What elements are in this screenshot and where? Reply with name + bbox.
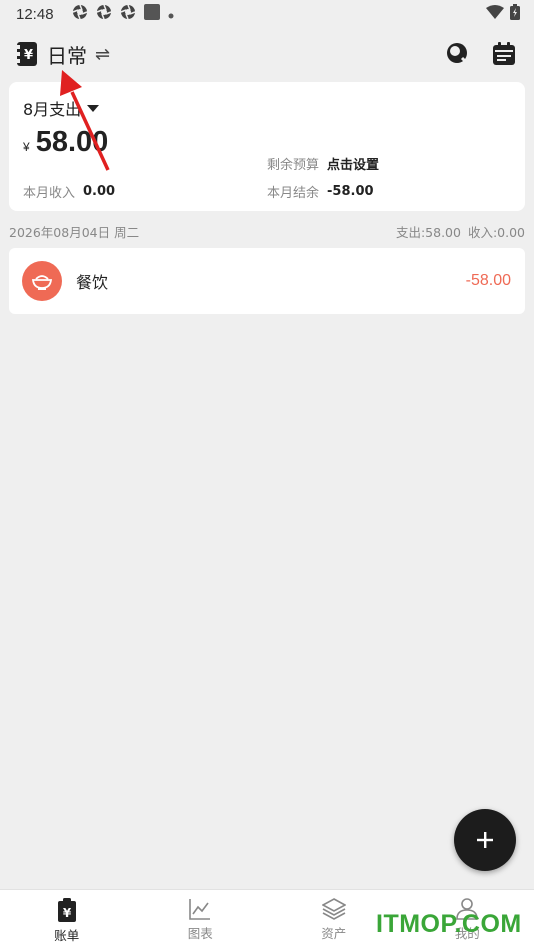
record-category: 餐饮 (76, 273, 109, 292)
calendar-icon[interactable] (492, 42, 516, 66)
nav-label: 图表 (187, 926, 213, 941)
monthly-balance: 本月结余 -58.00 (267, 182, 374, 201)
balance-value: -58.00 (327, 184, 374, 199)
monthly-summary-card: 8月支出 ¥ 58.00 剩余预算 点击设置 本月收入 0.00 本月结余 -5… (9, 82, 525, 211)
wifi-icon (486, 5, 504, 23)
ledger-book-icon[interactable]: ¥ (16, 42, 38, 66)
record-amount: -58.00 (465, 272, 511, 289)
income-value: 0.00 (83, 184, 116, 199)
dropdown-caret-icon (87, 104, 100, 112)
app-notification-icon (72, 4, 88, 24)
bill-icon: ¥ (57, 898, 76, 922)
status-bar: 12:48 (0, 0, 534, 28)
add-record-button[interactable] (454, 809, 516, 871)
nav-label: 账单 (54, 928, 80, 943)
svg-text:¥: ¥ (24, 48, 33, 63)
status-time: 12:48 (16, 5, 54, 23)
budget-label: 剩余预算 (267, 158, 320, 173)
income-label: 本月收入 (23, 186, 76, 201)
app-notification-icon (96, 4, 112, 24)
battery-icon (510, 4, 520, 24)
monthly-expense: ¥ 58.00 (23, 126, 108, 159)
day-group-header: 2026年08月04日 周二 支出:58.00 收入:0.00 (9, 222, 525, 240)
day-income: 收入:0.00 (467, 224, 525, 240)
food-bowl-icon (22, 261, 62, 301)
switch-ledger-icon[interactable]: ⇌ (95, 44, 110, 65)
square-notification-icon (143, 4, 160, 24)
month-selector[interactable]: 8月支出 (23, 96, 100, 120)
top-bar: ¥ 日常 ⇌ (0, 36, 534, 72)
line-chart-icon (189, 899, 211, 920)
balance-label: 本月结余 (267, 186, 320, 201)
remaining-budget[interactable]: 剩余预算 点击设置 (267, 154, 379, 173)
day-expense: 支出:58.00 (395, 224, 461, 240)
nav-item-charts[interactable]: 图表 (134, 890, 268, 950)
day-date: 2026年08月04日 周二 (9, 224, 140, 240)
watermark: ITMOP.COM (376, 910, 522, 938)
month-label: 8月支出 (23, 100, 82, 119)
list-item[interactable]: 餐饮 -58.00 (9, 248, 525, 314)
search-icon[interactable] (446, 42, 470, 66)
plus-icon (477, 832, 493, 848)
svg-text:¥: ¥ (63, 906, 72, 920)
dot-icon (168, 6, 174, 23)
currency-symbol: ¥ (23, 140, 30, 154)
monthly-income: 本月收入 0.00 (23, 182, 115, 201)
ledger-name[interactable]: 日常 (47, 40, 87, 69)
expense-amount: 58.00 (35, 126, 109, 158)
app-notification-icon (120, 4, 136, 24)
budget-set-link[interactable]: 点击设置 (327, 154, 379, 173)
nav-item-bills[interactable]: ¥ 账单 (0, 890, 134, 950)
nav-label: 资产 (321, 926, 347, 941)
layers-icon (321, 898, 346, 920)
